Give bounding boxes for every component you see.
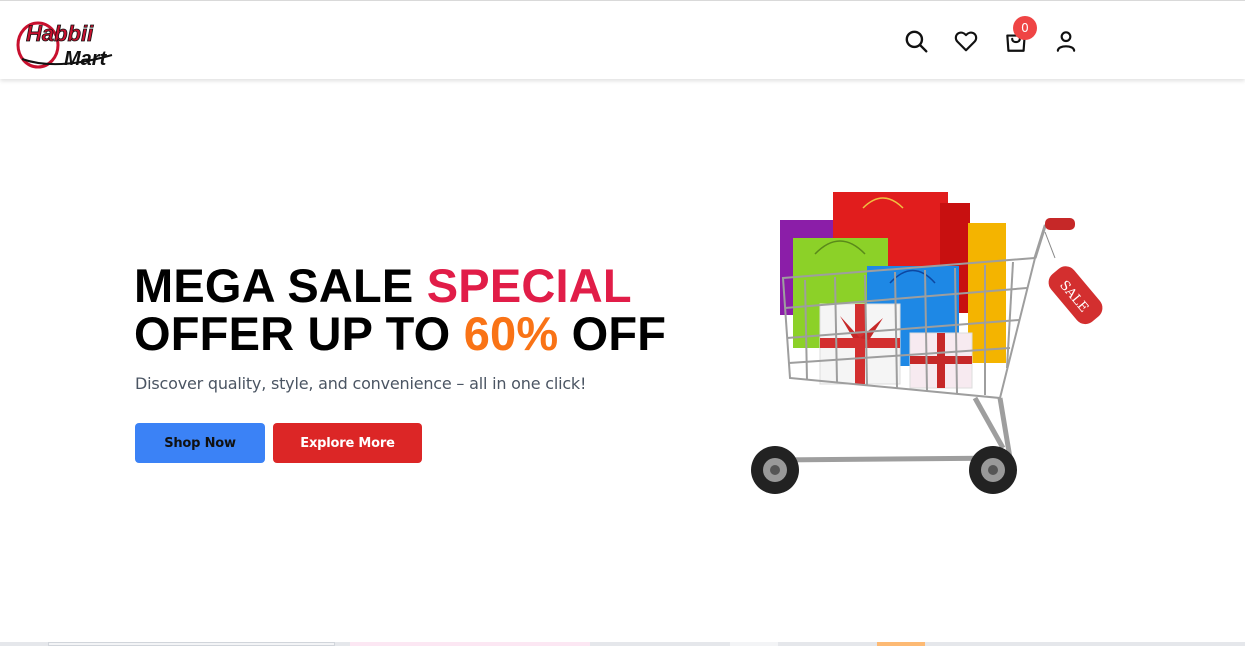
logo-graphic: Habbii Mart (16, 21, 113, 70)
hero-title: MEGA SALE SPECIAL OFFER UP TO 60% OFF (134, 262, 694, 358)
user-icon[interactable] (1050, 26, 1082, 56)
search-icon[interactable] (900, 26, 932, 56)
cart-count-badge: 0 (1013, 16, 1037, 40)
explore-more-button[interactable]: Explore More (273, 423, 422, 463)
hero-banner: MEGA SALE SPECIAL OFFER UP TO 60% OFF Di… (0, 80, 1245, 644)
cart-wheel-right (969, 446, 1017, 494)
logo-word-1: Habbii (26, 21, 94, 46)
title-part-3: OFF (558, 307, 667, 360)
cart-handle (1045, 218, 1075, 230)
site-header: Habbii Mart 0 (0, 0, 1245, 79)
heart-icon[interactable] (950, 26, 982, 56)
habbii-mart-logo[interactable]: Habbii Mart (16, 15, 128, 71)
hero-subtitle: Discover quality, style, and convenience… (135, 374, 587, 393)
cart-frame (774, 396, 1013, 463)
next-section-edge (0, 642, 1245, 646)
shop-now-button[interactable]: Shop Now (135, 423, 265, 463)
title-special: SPECIAL (426, 259, 632, 312)
title-percent: 60% (463, 307, 559, 360)
title-part-1: MEGA SALE (134, 259, 427, 312)
shopping-cart-illustration: SALE (751, 192, 1105, 494)
logo-word-2: Mart (64, 48, 108, 70)
sale-tag: SALE (1046, 264, 1105, 327)
title-part-2: OFFER UP TO (134, 307, 464, 360)
cart-wheel-left (751, 446, 799, 494)
